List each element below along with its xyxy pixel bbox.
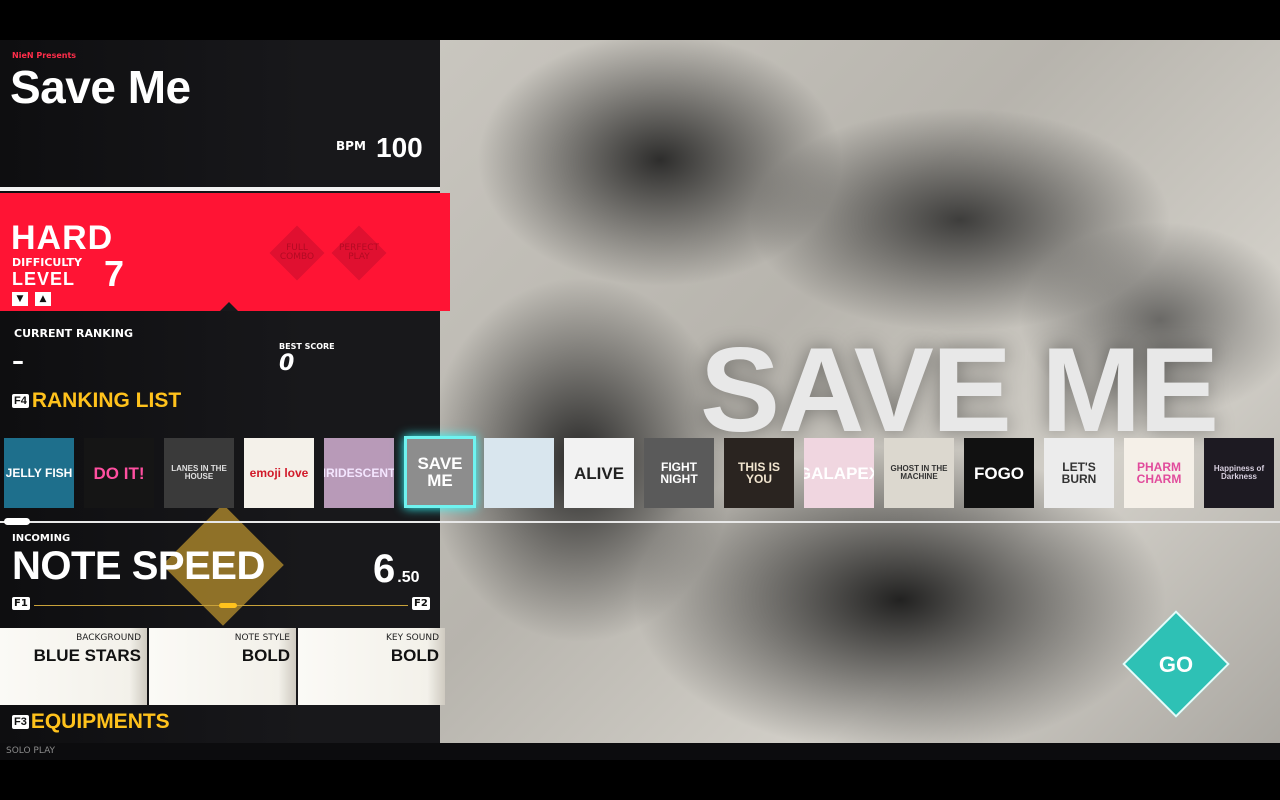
album-cover[interactable]: LANES IN THE HOUSE — [164, 438, 234, 508]
album-cover[interactable]: emoji love — [244, 438, 314, 508]
difficulty-name: HARD — [11, 219, 114, 257]
f2-key-icon[interactable]: F2 — [412, 597, 430, 610]
equipment-background[interactable]: BACKGROUND BLUE STARS — [0, 628, 147, 705]
equipment-label: BACKGROUND — [76, 633, 141, 643]
equipment-note-style[interactable]: NOTE STYLE BOLD — [149, 628, 296, 705]
note-speed-value-int: 6 — [373, 547, 396, 591]
song-presenter: NieN Presents — [12, 51, 77, 60]
difficulty-panel[interactable]: HARD DIFFICULTY LEVEL 7 ▼ ▲ FULL COMBO P… — [0, 193, 450, 311]
current-ranking-label: CURRENT RANKING — [14, 327, 134, 340]
perfect-play-badge: PERFECT PLAY — [331, 225, 387, 281]
album-cover[interactable]: FIGHT NIGHT — [644, 438, 714, 508]
difficulty-down-button[interactable]: ▼ — [12, 292, 28, 306]
game-screen: SAVE ME NieN Presents Save Me BPM 100 HA… — [0, 40, 1280, 760]
song-carousel[interactable]: JELLY FISH DO IT! LANES IN THE HOUSE emoji … — [0, 436, 1280, 510]
best-score-value: 0 — [279, 351, 295, 376]
album-cover[interactable]: IRIDESCENT — [324, 438, 394, 508]
full-combo-badge-label: FULL COMBO — [279, 243, 315, 263]
album-cover[interactable]: GALAPEX — [804, 438, 874, 508]
album-cover[interactable]: Happiness of Darkness — [1204, 438, 1274, 508]
carousel-position-indicator — [4, 518, 30, 525]
equipment-value: BOLD — [241, 646, 290, 665]
bpm-label: BPM — [336, 139, 366, 153]
current-ranking-value: – — [12, 347, 24, 375]
album-cover[interactable]: LET'S BURN — [1044, 438, 1114, 508]
ranking-list-button[interactable]: F4 RANKING LIST — [12, 389, 181, 413]
full-combo-badge: FULL COMBO — [269, 225, 325, 281]
equipment-key-sound[interactable]: KEY SOUND BOLD — [298, 628, 445, 705]
perfect-play-badge-label: PERFECT PLAY — [338, 243, 379, 263]
play-mode: SOLO PLAY — [6, 746, 56, 756]
album-cover[interactable]: ALIVE — [564, 438, 634, 508]
album-cover[interactable] — [484, 438, 554, 508]
level-label: LEVEL — [12, 269, 76, 289]
note-speed-title: NOTE SPEED — [12, 544, 265, 588]
album-cover[interactable]: GHOST IN THE MACHINE — [884, 438, 954, 508]
note-speed-slider-handle[interactable] — [219, 603, 238, 608]
album-cover[interactable]: THIS IS YOU — [724, 438, 794, 508]
song-title: Save Me — [10, 61, 191, 113]
equipment-label: NOTE STYLE — [234, 633, 290, 643]
album-cover-selected[interactable]: SAVE ME — [404, 436, 476, 508]
album-cover[interactable]: DO IT! — [84, 438, 154, 508]
incoming-label: INCOMING — [12, 533, 71, 544]
note-speed-value-decimal: .50 — [397, 569, 420, 586]
equipment-value: BOLD — [390, 646, 439, 665]
song-info-panel: NieN Presents Save Me BPM 100 HARD DIFFI… — [0, 40, 450, 743]
album-cover[interactable]: FOGO — [964, 438, 1034, 508]
difficulty-up-button[interactable]: ▲ — [35, 292, 51, 306]
difficulty-label: DIFFICULTY — [12, 256, 83, 269]
ranking-list-label: RANKING LIST — [31, 389, 182, 412]
f3-key-icon: F3 — [12, 715, 29, 730]
note-speed-value: 6.50 — [373, 547, 420, 592]
f4-key-icon: F4 — [12, 394, 29, 409]
equipment-label: KEY SOUND — [386, 633, 439, 643]
difficulty-level: 7 — [104, 253, 125, 294]
background-song-title: SAVE ME — [700, 323, 1219, 457]
equipment-value: BLUE STARS — [33, 646, 141, 665]
album-cover[interactable]: JELLY FISH — [4, 438, 74, 508]
go-button-label[interactable]: GO — [1138, 652, 1214, 678]
difficulty-pointer — [220, 302, 238, 311]
best-score-label: BEST SCORE — [279, 342, 335, 351]
f1-key-icon[interactable]: F1 — [12, 597, 30, 610]
album-cover[interactable]: PHARM CHARM — [1124, 438, 1194, 508]
status-bar: SOLO PLAY — [0, 743, 1280, 760]
divider — [0, 187, 440, 191]
equipments-button[interactable]: F3 EQUIPMENTS — [12, 710, 170, 734]
equipments-label: EQUIPMENTS — [30, 710, 170, 733]
bpm-value: 100 — [376, 132, 423, 163]
carousel-divider — [0, 521, 1280, 523]
